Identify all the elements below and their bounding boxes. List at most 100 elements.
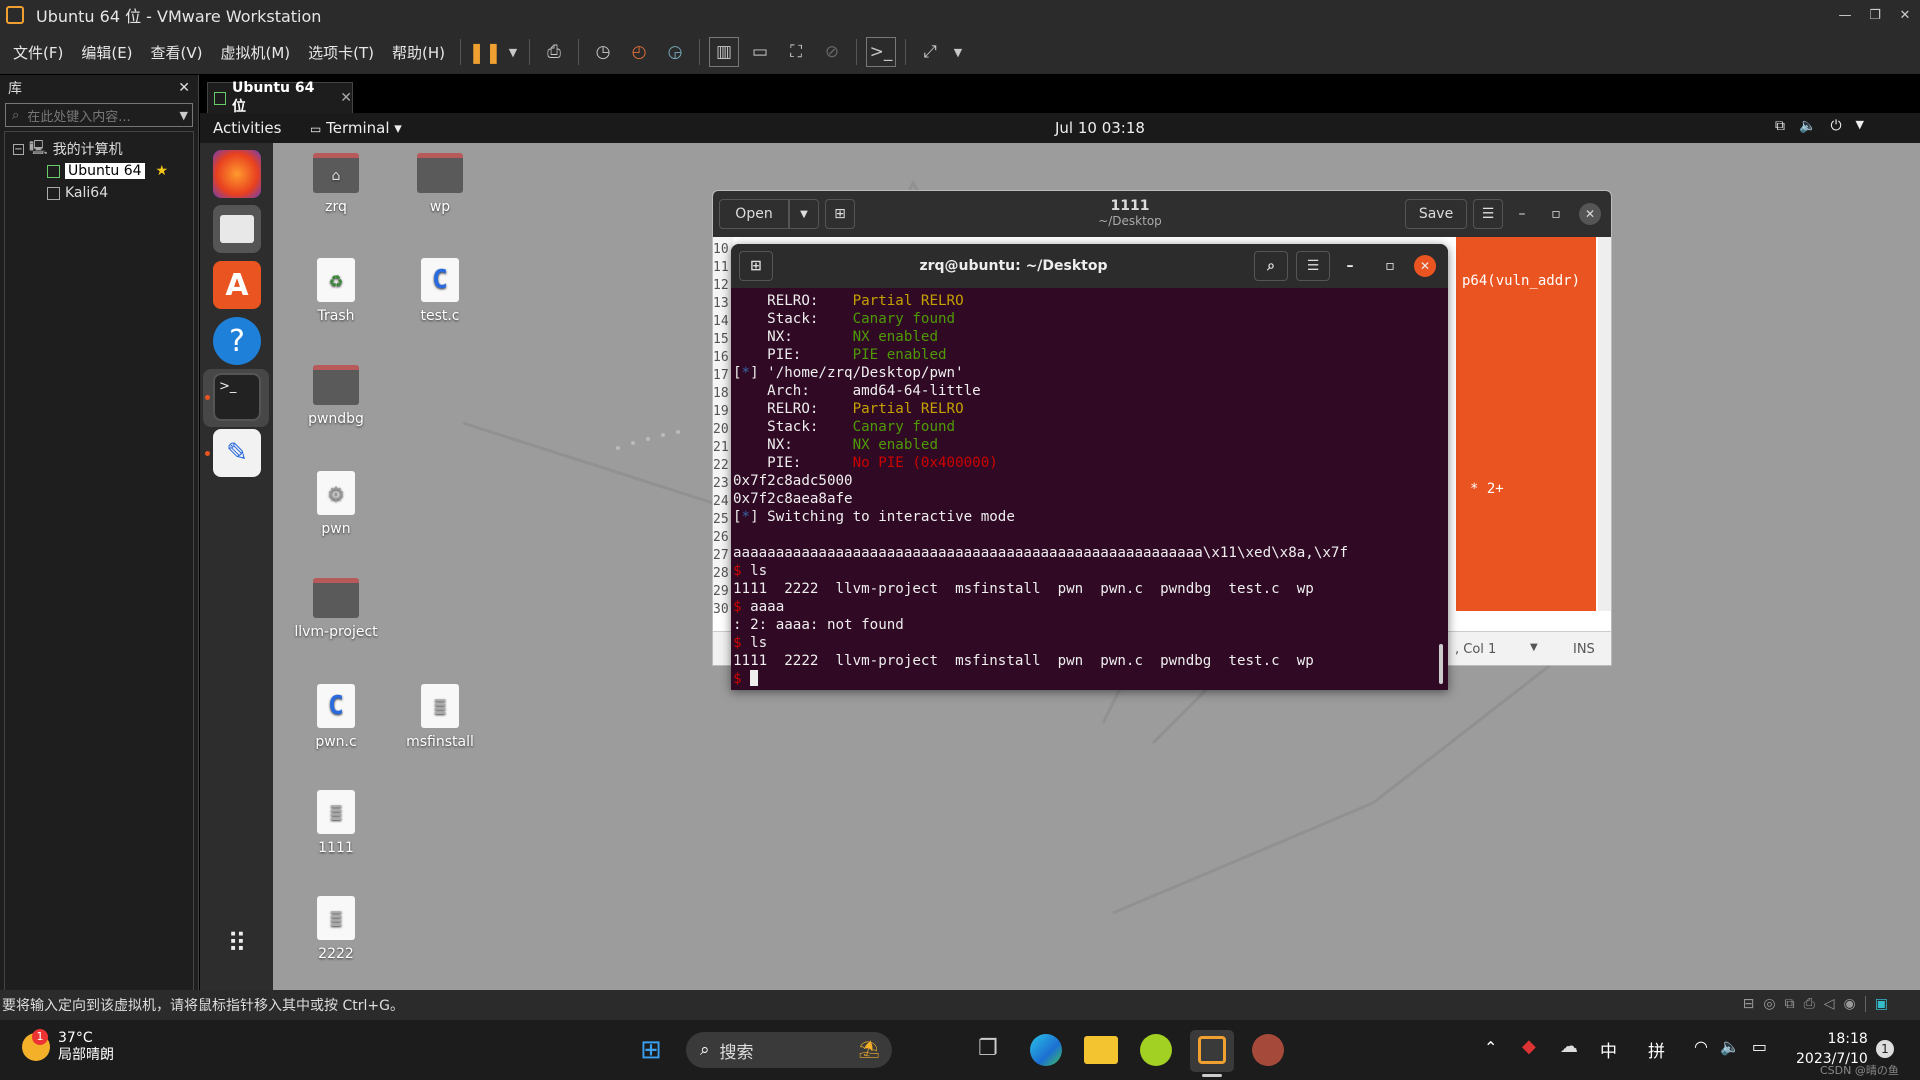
- onedrive-icon[interactable]: ☁: [1560, 1036, 1578, 1057]
- menu-file[interactable]: 文件(F): [4, 42, 72, 63]
- windows-start-icon[interactable]: ⊞: [640, 1037, 662, 1063]
- collapse-icon[interactable]: −: [13, 143, 24, 155]
- tree-node-kali[interactable]: Kali64: [5, 182, 193, 204]
- menu-view[interactable]: 查看(V): [142, 42, 212, 63]
- system-menu-chevron-icon[interactable]: ▼: [1856, 118, 1864, 134]
- network-adapter-icon[interactable]: ⧉: [1785, 996, 1795, 1012]
- thumbnail-view-icon[interactable]: ▭: [745, 37, 775, 67]
- snapshot-icon[interactable]: ◷: [588, 37, 618, 67]
- new-tab-icon[interactable]: ⊞: [739, 251, 773, 281]
- open-dropdown-icon[interactable]: ▼: [789, 199, 819, 229]
- send-ctrl-alt-del-icon[interactable]: ⎙: [539, 37, 569, 67]
- menu-tabs[interactable]: 选项卡(T): [299, 42, 383, 63]
- desktop-icon-zrq[interactable]: ⌂ zrq: [281, 153, 391, 215]
- menu-vm[interactable]: 虚拟机(M): [212, 42, 300, 63]
- volume-icon[interactable]: 🔈: [1720, 1037, 1740, 1056]
- cursor-position[interactable]: , Col 1: [1455, 642, 1496, 657]
- snapshot-manager-icon[interactable]: ◶: [660, 37, 690, 67]
- pause-icon[interactable]: ❚❚: [468, 37, 502, 67]
- close-icon[interactable]: ✕: [1579, 203, 1601, 225]
- software-center-icon[interactable]: A: [213, 261, 261, 309]
- ime-pinyin[interactable]: 拼: [1648, 1037, 1665, 1062]
- new-tab-icon[interactable]: ⊞: [825, 199, 855, 229]
- help-icon[interactable]: ?: [213, 317, 261, 365]
- minimize-button[interactable]: —: [1830, 0, 1860, 30]
- library-search-input[interactable]: ⌕ 在此处键入内容... ▼: [5, 103, 193, 127]
- message-icon[interactable]: ▣: [1875, 996, 1888, 1012]
- notification-badge[interactable]: 1: [1876, 1040, 1894, 1058]
- wifi-icon[interactable]: ◠: [1694, 1037, 1708, 1056]
- firefox-icon[interactable]: [213, 150, 261, 198]
- maximize-icon[interactable]: ▫: [1370, 258, 1410, 274]
- network-icon[interactable]: ⧉: [1775, 118, 1785, 134]
- cdrom-icon[interactable]: ◎: [1763, 996, 1775, 1012]
- volume-icon[interactable]: 🔈: [1799, 118, 1816, 134]
- sound-icon[interactable]: ◁: [1824, 996, 1835, 1012]
- desktop-icon-trash[interactable]: ♻ Trash: [281, 258, 391, 324]
- terminal-icon[interactable]: >_: [213, 373, 261, 421]
- terminal-scrollbar[interactable]: [1439, 644, 1443, 684]
- desktop-icon-pwn-c[interactable]: C pwn.c: [281, 684, 391, 750]
- close-icon[interactable]: ✕: [1414, 255, 1436, 277]
- user-app-icon[interactable]: [1252, 1034, 1284, 1066]
- chevron-down-icon[interactable]: ▼: [1530, 642, 1538, 653]
- desktop-icon-pwn[interactable]: ⚙ pwn: [281, 471, 391, 537]
- close-icon[interactable]: ✕: [178, 80, 190, 96]
- pause-dropdown-icon[interactable]: ▼: [506, 37, 520, 67]
- menu-help[interactable]: 帮助(H): [383, 42, 454, 63]
- close-window-button[interactable]: ✕: [1890, 0, 1920, 30]
- tree-node-ubuntu[interactable]: Ubuntu 64 ★: [5, 160, 193, 182]
- search-icon[interactable]: ⌕: [1254, 251, 1288, 281]
- usb-icon[interactable]: ◉: [1844, 996, 1856, 1012]
- weather-widget[interactable]: 1 37°C 局部晴朗: [22, 1029, 114, 1064]
- desktop-icon-1111[interactable]: ≣ 1111: [281, 790, 391, 856]
- stretch-icon[interactable]: ⤢: [915, 37, 945, 67]
- printer-icon[interactable]: ⎙: [1804, 996, 1815, 1012]
- hdd-icon[interactable]: ⊟: [1743, 996, 1755, 1012]
- close-tab-icon[interactable]: ✕: [340, 90, 352, 106]
- guest-clock[interactable]: Jul 10 03:18: [1055, 119, 1145, 137]
- vmware-taskbar-icon[interactable]: [1198, 1036, 1226, 1064]
- unity-icon[interactable]: ⊘: [817, 37, 847, 67]
- hamburger-menu-icon[interactable]: ☰: [1296, 251, 1330, 281]
- terminal-window[interactable]: ⊞ zrq@ubuntu: ~/Desktop ⌕ ☰ – ▫ ✕ RELRO:…: [731, 244, 1448, 690]
- stretch-dropdown-icon[interactable]: ▼: [951, 37, 965, 67]
- minimize-icon[interactable]: –: [1330, 258, 1370, 274]
- tree-node-my-computer[interactable]: − 🖳 我的计算机: [5, 138, 193, 160]
- text-editor-icon[interactable]: ✎: [213, 429, 261, 477]
- taskbar-search-box[interactable]: ⌕ 搜索 ⛱: [686, 1032, 892, 1068]
- power-icon[interactable]: ⏻: [1830, 118, 1841, 134]
- library-view-icon[interactable]: ▥: [709, 37, 740, 67]
- minimize-icon[interactable]: –: [1503, 206, 1541, 222]
- desktop-icon-pwndbg[interactable]: pwndbg: [281, 365, 391, 427]
- terminal-app-menu[interactable]: ▭ Terminal ▾: [310, 119, 402, 137]
- desktop-icon-llvm-project[interactable]: llvm-project: [281, 578, 391, 640]
- desktop-icon-msfinstall[interactable]: ≣ msfinstall: [385, 684, 495, 750]
- hamburger-menu-icon[interactable]: ☰: [1473, 199, 1503, 229]
- edge-dev-icon[interactable]: [1030, 1034, 1062, 1066]
- task-view-icon[interactable]: ❐: [978, 1036, 998, 1061]
- desktop-icon-2222[interactable]: ≣ 2222: [281, 896, 391, 962]
- terminal-output[interactable]: RELRO: Partial RELRO Stack: Canary found…: [731, 288, 1448, 688]
- qq-tray-icon[interactable]: ◆: [1522, 1036, 1536, 1057]
- ime-mode-chinese[interactable]: 中: [1600, 1037, 1617, 1062]
- fullscreen-icon[interactable]: ⛶: [781, 37, 811, 67]
- restore-button[interactable]: ❐: [1860, 0, 1890, 30]
- save-button[interactable]: Save: [1405, 199, 1467, 229]
- vm-tab[interactable]: Ubuntu 64 位 ✕: [207, 80, 353, 115]
- revert-snapshot-icon[interactable]: ◴: [624, 37, 654, 67]
- chevron-down-icon[interactable]: ▼: [180, 109, 188, 122]
- gedit-scrollbar[interactable]: [1598, 237, 1611, 611]
- open-button[interactable]: Open: [719, 199, 789, 229]
- desktop-icon-wp[interactable]: wp: [385, 153, 495, 215]
- files-icon[interactable]: [213, 205, 261, 253]
- activities-button[interactable]: Activities: [213, 119, 281, 137]
- menu-edit[interactable]: 编辑(E): [72, 42, 141, 63]
- desktop-icon-test-c[interactable]: C test.c: [385, 258, 495, 324]
- console-icon[interactable]: >_: [866, 37, 897, 67]
- chevron-up-icon[interactable]: ⌃: [1484, 1038, 1497, 1057]
- file-explorer-icon[interactable]: [1084, 1036, 1118, 1064]
- maximize-icon[interactable]: ▫: [1541, 206, 1571, 222]
- show-apps-grid-icon[interactable]: ⠿: [213, 920, 261, 968]
- app-icon-green[interactable]: [1140, 1034, 1172, 1066]
